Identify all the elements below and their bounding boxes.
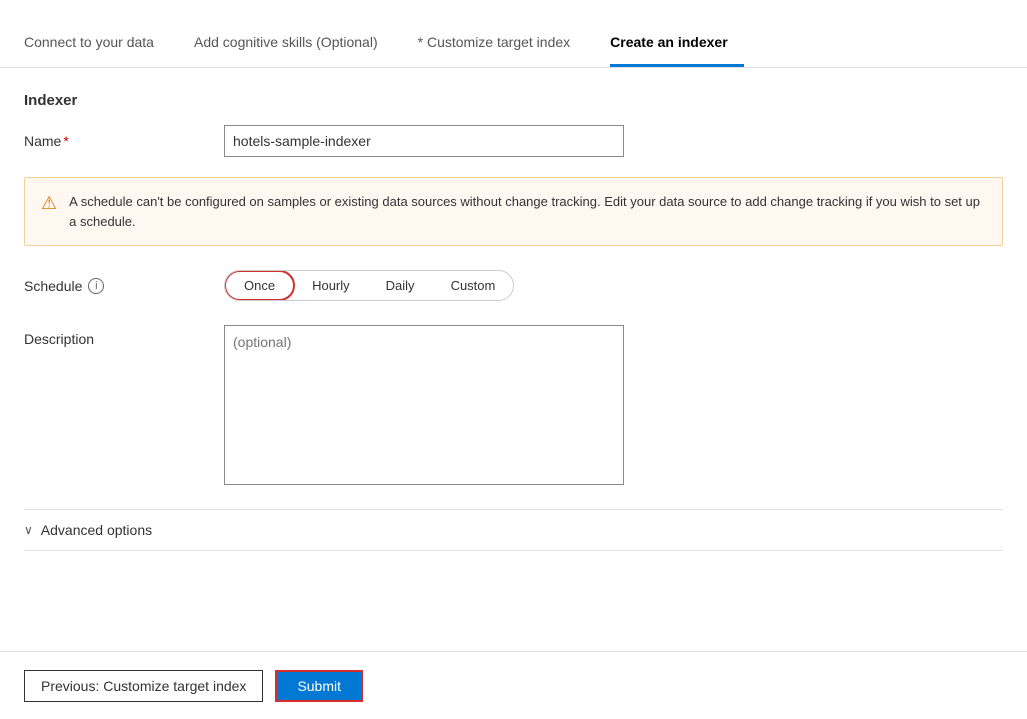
section-heading: Indexer	[24, 92, 1003, 109]
warning-text: A schedule can't be configured on sample…	[69, 192, 986, 231]
tab-indexer[interactable]: Create an indexer	[610, 34, 744, 67]
schedule-info-icon[interactable]: i	[88, 278, 104, 294]
warning-icon: ⚠	[41, 193, 57, 214]
submit-button[interactable]: Submit	[275, 670, 363, 702]
schedule-custom[interactable]: Custom	[433, 272, 514, 299]
advanced-options-row[interactable]: ∨ Advanced options	[24, 509, 1003, 551]
tab-customize[interactable]: * Customize target index	[418, 34, 587, 67]
schedule-daily[interactable]: Daily	[368, 272, 433, 299]
name-input[interactable]	[224, 125, 624, 157]
name-label: Name*	[24, 133, 224, 149]
schedule-hourly[interactable]: Hourly	[294, 272, 368, 299]
schedule-group: Once Hourly Daily Custom	[224, 270, 514, 301]
schedule-label: Schedule i	[24, 278, 224, 294]
schedule-once[interactable]: Once	[224, 270, 295, 301]
description-label: Description	[24, 325, 224, 347]
schedule-row: Schedule i Once Hourly Daily Custom	[24, 270, 1003, 301]
description-row: Description	[24, 325, 1003, 485]
advanced-options-label: Advanced options	[41, 522, 152, 538]
warning-box: ⚠ A schedule can't be configured on samp…	[24, 177, 1003, 246]
description-input[interactable]	[224, 325, 624, 485]
required-star: *	[63, 133, 68, 149]
tab-cognitive[interactable]: Add cognitive skills (Optional)	[194, 34, 394, 67]
name-row: Name*	[24, 125, 1003, 157]
prev-button[interactable]: Previous: Customize target index	[24, 670, 263, 702]
top-nav: Connect to your data Add cognitive skill…	[0, 0, 1027, 68]
chevron-down-icon: ∨	[24, 523, 33, 537]
footer: Previous: Customize target index Submit	[0, 651, 1027, 719]
main-content: Indexer Name* ⚠ A schedule can't be conf…	[0, 68, 1027, 551]
tab-connect[interactable]: Connect to your data	[24, 34, 170, 67]
